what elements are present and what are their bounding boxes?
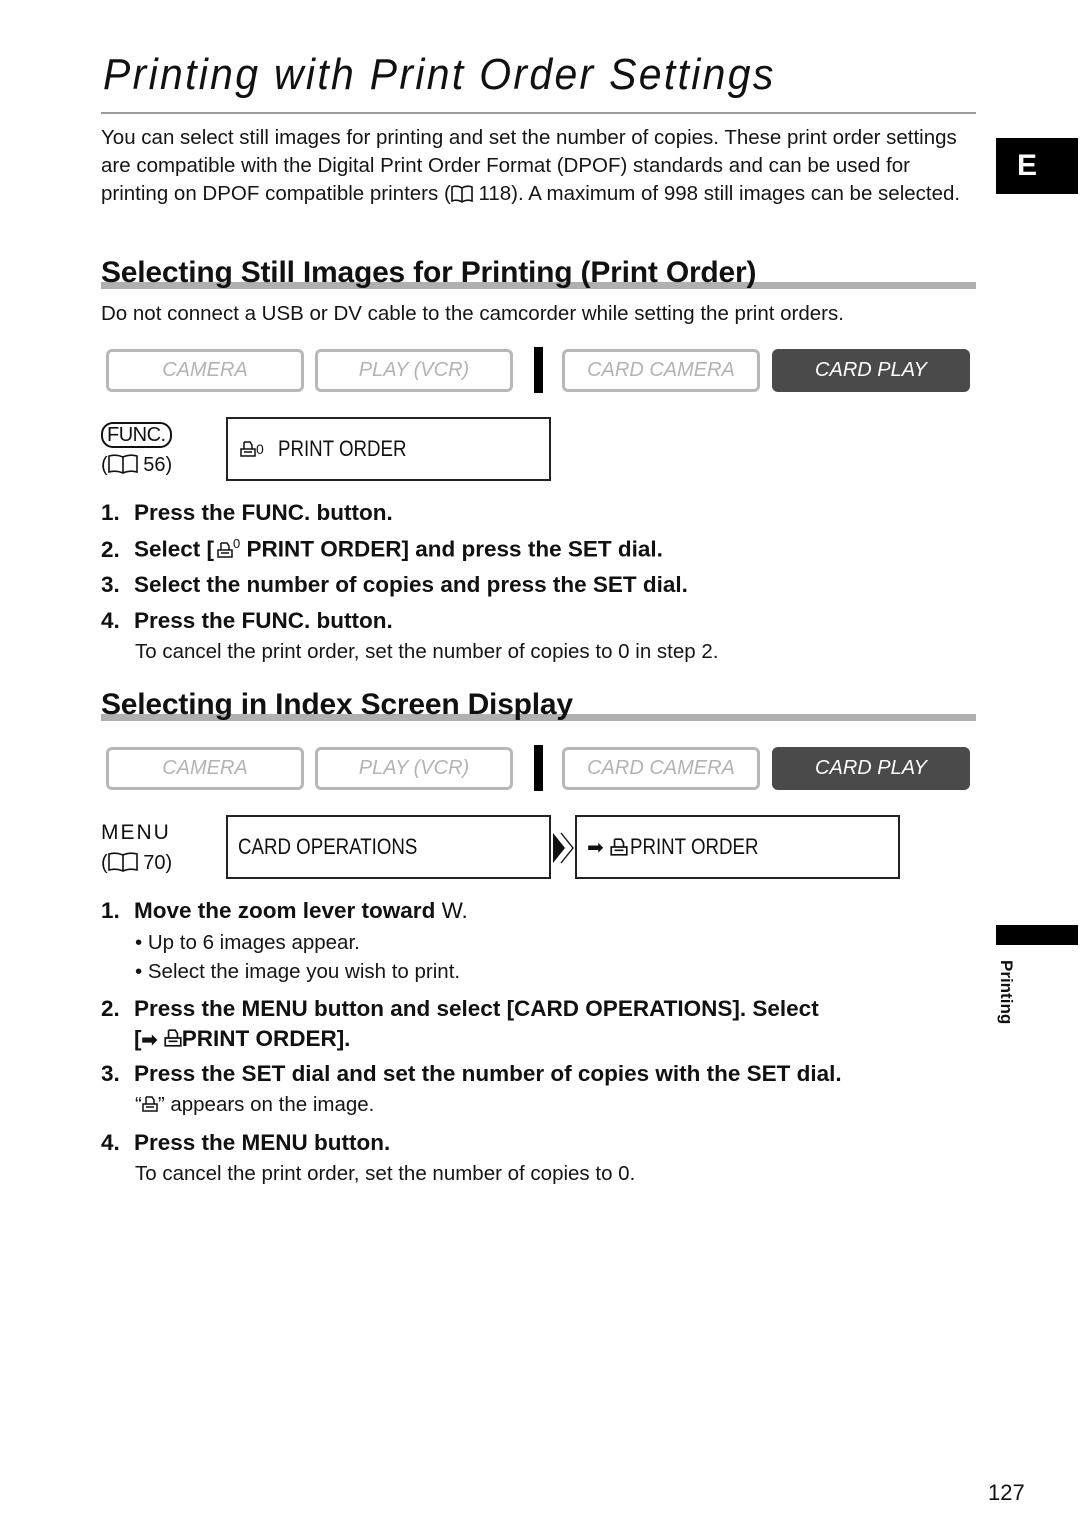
book-icon <box>450 185 473 203</box>
step-text: Press the FUNC. button. <box>134 608 393 633</box>
step-text: Press the MENU button. <box>134 1130 391 1155</box>
menu-key-label: MENU <box>101 821 171 844</box>
step-number: 4. <box>101 1130 120 1155</box>
func-key-ref: ( 56) <box>101 454 172 477</box>
lcd-text: PRINT ORDER <box>277 436 407 461</box>
intro-paragraph: You can select still images for printing… <box>101 124 981 208</box>
bullet-text: Up to 6 images appear. <box>147 931 360 954</box>
double-chevron-right-icon <box>553 832 574 864</box>
s1-step-4: 4. Press the FUNC. button. <box>101 608 393 634</box>
ref-page[interactable]: 56 <box>143 454 165 476</box>
page-number: 127 <box>988 1480 1025 1505</box>
s2-step-4: 4. Press the MENU button. <box>101 1130 390 1156</box>
step-text: Press the MENU button and select [CARD O… <box>134 996 819 1021</box>
mode-card-play: CARD PLAY <box>772 349 970 392</box>
ref-page[interactable]: 70 <box>143 852 165 874</box>
step-text: [ <box>134 1026 142 1051</box>
section2-heading: Selecting in Index Screen Display <box>101 688 573 721</box>
book-icon <box>107 454 138 474</box>
lcd-text: PRINT ORDER <box>629 834 759 859</box>
mode-play-vcr: PLAY (VCR) <box>315 747 513 790</box>
s1-step-1: 1. Press the FUNC. button. <box>101 500 393 526</box>
arrow-right-icon: ➡ <box>587 836 604 859</box>
s2-step-1: 1. Move the zoom lever toward W. <box>101 898 468 924</box>
mode-separator <box>534 347 543 393</box>
lcd-card-operations: CARD OPERATIONS <box>226 815 551 879</box>
step-number: 1. <box>101 500 120 525</box>
func-key-label: FUNC. <box>101 422 172 448</box>
intro-ref-page[interactable]: 118 <box>478 182 511 205</box>
step-text: Select [ <box>134 536 215 562</box>
step-number: 3. <box>101 572 120 597</box>
chapter-tab-label: Printing <box>984 960 1024 1040</box>
intro-text-end: ). A maximum of 998 still images can be … <box>511 182 961 205</box>
func-button-icon: FUNC. <box>101 422 172 448</box>
ref-open: ( <box>101 454 108 476</box>
step-text: Press the FUNC. button. <box>134 500 393 525</box>
s1-step-3: 3. Select the number of copies and press … <box>101 572 688 598</box>
menu-key-ref: ( 70) <box>101 852 172 875</box>
step-number: 3. <box>101 1061 120 1086</box>
mode-separator <box>534 745 543 791</box>
arrow-right-icon: ➡ <box>141 1030 158 1051</box>
step-text: PRINT ORDER]. <box>181 1026 351 1051</box>
print-order-icon <box>240 441 256 457</box>
print-order-icon <box>164 1029 182 1047</box>
ref-open: ( <box>101 852 108 874</box>
mode-card-play: CARD PLAY <box>772 747 970 790</box>
lcd-print-order: ➡ PRINT ORDER <box>575 815 900 879</box>
quote-open: “ <box>135 1093 142 1116</box>
print-order-icon <box>142 1096 158 1112</box>
step-text: Press the SET dial and set the number of… <box>134 1061 842 1086</box>
print-order-icon <box>610 838 628 856</box>
mode-play-vcr: PLAY (VCR) <box>315 349 513 392</box>
s1-step4-note: To cancel the print order, set the numbe… <box>135 640 719 663</box>
s2-step-2: 2. Press the MENU button and select [CARD… <box>101 996 819 1022</box>
copies-superscript: 0 <box>256 441 264 457</box>
s2-step1-bullet-1: • Up to 6 images appear. <box>135 931 360 954</box>
step-text: PRINT ORDER] and press the SET dial. <box>240 536 663 562</box>
section1-heading: Selecting Still Images for Printing (Pri… <box>101 256 757 289</box>
step-number: 1. <box>101 898 120 923</box>
s2-step-2-line2: [➡ PRINT ORDER]. <box>134 1026 350 1052</box>
language-tab: E <box>996 138 1078 194</box>
ref-close: ) <box>165 852 173 874</box>
step-number: 2. <box>101 996 120 1021</box>
ref-close: ) <box>165 454 173 476</box>
page-title: Printing with Print Order Settings <box>103 50 776 99</box>
s2-step3-note: “ ” appears on the image. <box>135 1093 374 1117</box>
book-icon <box>107 852 138 872</box>
zoom-w-label: W. <box>441 898 468 923</box>
mode-card-camera: CARD CAMERA <box>562 349 760 392</box>
bullet-text: Select the image you wish to print. <box>147 960 461 983</box>
chapter-tab-bar <box>996 925 1078 945</box>
s2-step4-note: To cancel the print order, set the numbe… <box>135 1162 636 1185</box>
lcd-print-order: 0 PRINT ORDER <box>226 417 551 481</box>
s2-step1-bullet-2: • Select the image you wish to print. <box>135 960 461 983</box>
print-order-icon <box>217 541 233 558</box>
step-text: Select the number of copies and press th… <box>134 572 688 597</box>
mode-camera: CAMERA <box>106 747 304 790</box>
step-number: 4. <box>101 608 120 633</box>
chapter-label-text: Printing <box>997 960 1016 1025</box>
section1-note: Do not connect a USB or DV cable to the … <box>101 302 844 325</box>
step-text: Move the zoom lever toward <box>134 898 442 923</box>
step-number: 2. <box>101 536 120 562</box>
mode-card-camera: CARD CAMERA <box>562 747 760 790</box>
s2-step-3: 3. Press the SET dial and set the number … <box>101 1061 842 1087</box>
mode-camera: CAMERA <box>106 349 304 392</box>
lcd-text: CARD OPERATIONS <box>238 834 418 859</box>
s1-step-2: 2. Select [0 PRINT ORDER] and press the S… <box>101 536 663 563</box>
note-text: ” appears on the image. <box>157 1093 375 1116</box>
title-divider <box>101 112 976 114</box>
